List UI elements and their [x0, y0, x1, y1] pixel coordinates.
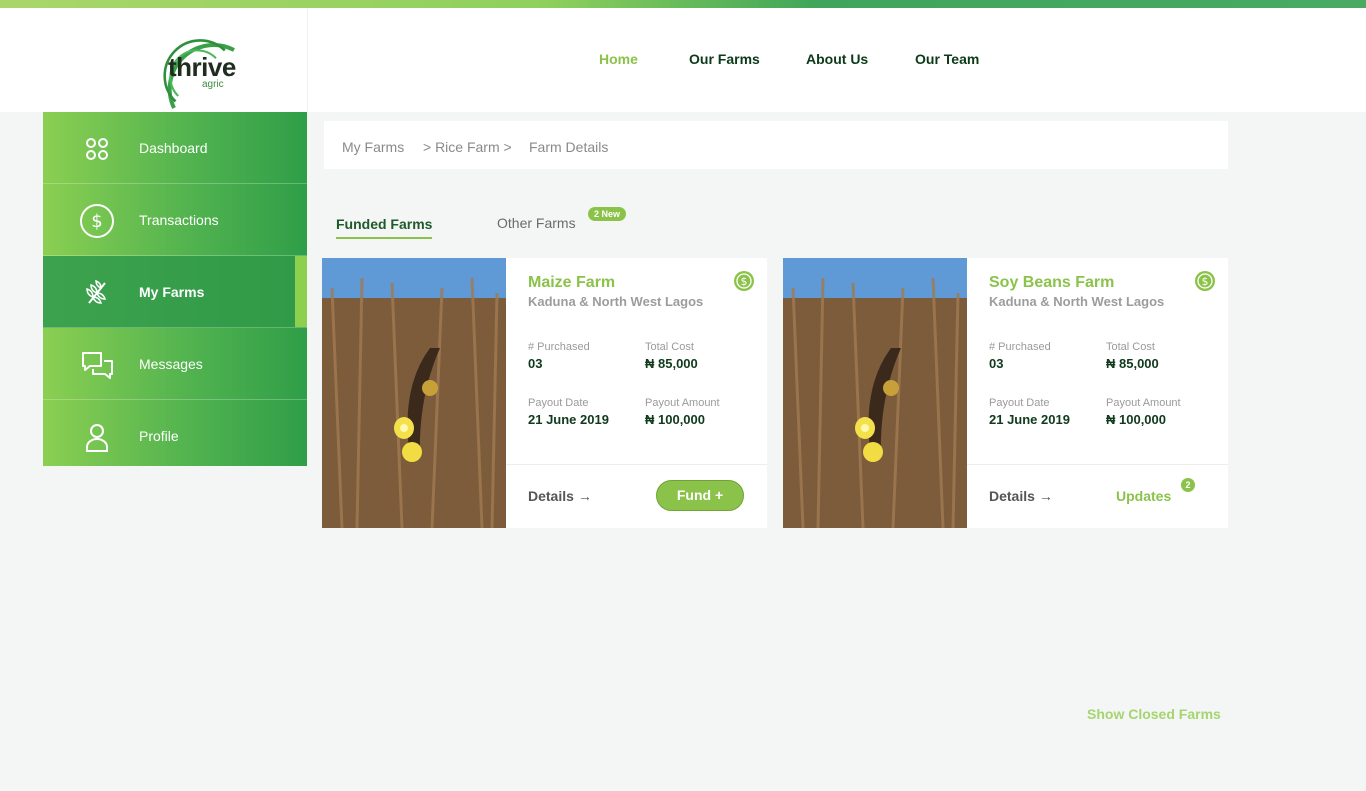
sidebar-item-label: Transactions — [139, 212, 219, 228]
top-accent-bar — [0, 0, 1366, 8]
details-label: Details — [528, 488, 574, 504]
breadcrumb-my-farms[interactable]: My Farms — [342, 139, 404, 155]
sidebar-item-label: Profile — [139, 428, 179, 444]
dollar-circle-icon: $ — [1195, 271, 1215, 291]
user-icon — [86, 424, 108, 452]
details-link[interactable]: Details → — [528, 488, 592, 504]
total-cost-value: ₦ 85,000 — [1106, 356, 1159, 371]
purchased-label: # Purchased — [528, 341, 590, 353]
breadcrumb-farm-details: Farm Details — [529, 139, 609, 155]
payout-amount-value: ₦ 100,000 — [645, 412, 705, 427]
purchased-value: 03 — [989, 356, 1004, 371]
new-badge: 2 New — [588, 207, 627, 221]
details-label: Details — [989, 488, 1035, 504]
payout-date-label: Payout Date — [989, 397, 1050, 409]
arrow-right-icon: → — [577, 488, 592, 504]
farm-photo-illustration — [322, 258, 506, 528]
sidebar: Dashboard $ Transactions My Farms Messag… — [43, 112, 307, 466]
payout-date-value: 21 June 2019 — [989, 412, 1070, 427]
updates-count-badge: 2 — [1181, 478, 1195, 492]
payout-date-label: Payout Date — [528, 397, 589, 409]
total-cost-label: Total Cost — [645, 341, 694, 353]
tab-funded-farms[interactable]: Funded Farms — [336, 216, 433, 239]
sidebar-item-label: Dashboard — [139, 140, 208, 156]
purchased-value: 03 — [528, 356, 543, 371]
farm-title: Soy Beans Farm — [989, 274, 1115, 291]
payout-amount-label: Payout Amount — [645, 397, 720, 409]
farm-title: Maize Farm — [528, 274, 616, 291]
details-link[interactable]: Details → — [989, 488, 1053, 504]
farm-image — [783, 258, 967, 528]
farm-photo-illustration — [783, 258, 967, 528]
chat-icon — [82, 352, 113, 379]
dashboard-icon — [86, 138, 108, 160]
purchased-label: # Purchased — [989, 341, 1051, 353]
farm-card-maize: Maize Farm Kaduna & North West Lagos $ #… — [322, 258, 767, 528]
nav-about-us[interactable]: About Us — [806, 51, 868, 67]
sidebar-item-messages[interactable]: Messages — [43, 328, 307, 400]
dollar-circle-icon: $ — [80, 204, 114, 238]
svg-text:$: $ — [741, 275, 748, 288]
farm-location: Kaduna & North West Lagos — [528, 294, 704, 309]
tab-other-farms[interactable]: Other Farms — [497, 215, 576, 231]
divider — [506, 464, 767, 465]
fund-button[interactable]: Fund + — [656, 480, 744, 511]
sidebar-item-my-farms[interactable]: My Farms — [43, 256, 307, 328]
payout-amount-value: ₦ 100,000 — [1106, 412, 1166, 427]
sidebar-item-transactions[interactable]: $ Transactions — [43, 184, 307, 256]
breadcrumb-rice-farm[interactable]: > Rice Farm > — [423, 139, 512, 155]
logo-subtext: agric — [202, 79, 224, 90]
sidebar-item-profile[interactable]: Profile — [43, 400, 307, 466]
divider — [967, 464, 1228, 465]
payout-date-value: 21 June 2019 — [528, 412, 609, 427]
nav-our-team[interactable]: Our Team — [915, 51, 979, 67]
farm-card-soy-beans: Soy Beans Farm Kaduna & North West Lagos… — [783, 258, 1228, 528]
logo[interactable]: thrive agric — [0, 8, 308, 112]
farm-image — [322, 258, 506, 528]
wheat-icon — [86, 279, 107, 304]
sidebar-item-dashboard[interactable]: Dashboard — [43, 112, 307, 184]
total-cost-label: Total Cost — [1106, 341, 1155, 353]
sidebar-item-label: My Farms — [139, 284, 205, 300]
updates-button[interactable]: Updates — [1116, 488, 1171, 504]
show-closed-farms-link[interactable]: Show Closed Farms — [1087, 706, 1221, 722]
svg-text:$: $ — [91, 211, 102, 232]
nav-our-farms[interactable]: Our Farms — [689, 51, 760, 67]
payout-amount-label: Payout Amount — [1106, 397, 1181, 409]
total-cost-value: ₦ 85,000 — [645, 356, 698, 371]
dollar-circle-icon: $ — [734, 271, 754, 291]
arrow-right-icon: → — [1038, 488, 1053, 504]
farm-location: Kaduna & North West Lagos — [989, 294, 1165, 309]
nav-home[interactable]: Home — [599, 51, 638, 67]
sidebar-item-label: Messages — [139, 356, 203, 372]
breadcrumb: My Farms > Rice Farm > Farm Details — [324, 121, 1228, 169]
svg-text:$: $ — [1202, 275, 1209, 288]
